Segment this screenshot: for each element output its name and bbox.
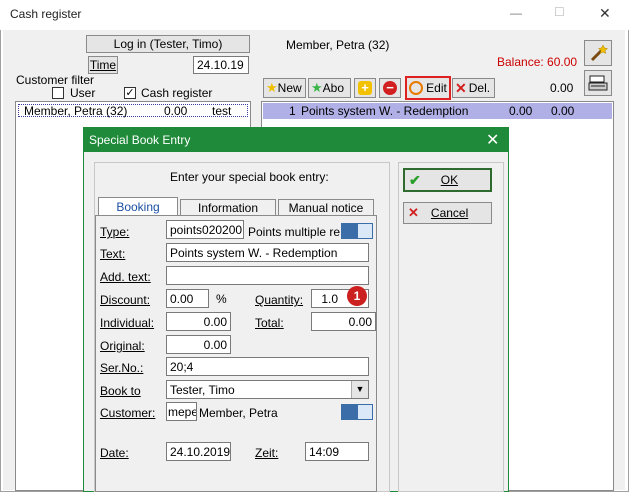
user-checkbox[interactable]: [52, 87, 64, 99]
discount-label: Discount:: [100, 293, 151, 307]
tab-booking[interactable]: Booking: [98, 197, 178, 216]
total-label: Total:: [255, 316, 284, 330]
zeit-field[interactable]: 14:09: [305, 442, 369, 461]
type-label: Type:: [100, 225, 130, 239]
customer-list-icon[interactable]: [341, 404, 357, 420]
step-badge-label: 1: [353, 289, 361, 303]
remove-button[interactable]: −: [379, 78, 401, 98]
cancel-button[interactable]: ✕ Cancel: [403, 202, 492, 224]
minimize-button[interactable]: —: [510, 6, 522, 20]
add-text-field[interactable]: [166, 266, 369, 285]
maximize-button[interactable]: ☐: [554, 5, 565, 19]
ok-button-label: OK: [440, 173, 459, 187]
dialog-title: Special Book Entry: [89, 133, 191, 147]
magic-wand-button[interactable]: [584, 40, 612, 66]
individual-label: Individual:: [100, 316, 155, 330]
table-row[interactable]: 1 Points system W. - Redemption 0.00 0.0…: [263, 103, 612, 119]
book-to-select[interactable]: Tester, Timo ▼: [166, 380, 369, 399]
serno-field[interactable]: 20;4: [166, 357, 369, 376]
text-label: Text:: [100, 247, 126, 261]
plus-icon: +: [358, 81, 372, 95]
member-name: Member, Petra (32): [286, 38, 390, 52]
individual-field[interactable]: 0.00: [166, 312, 231, 331]
chevron-down-icon: ▼: [351, 381, 368, 398]
red-x-icon: ✕: [455, 79, 467, 96]
type-list-icon[interactable]: [341, 223, 357, 239]
tab-booking-label: Booking: [116, 200, 160, 214]
delete-button-label: Del.: [468, 81, 491, 95]
entry-price: 0.00: [509, 104, 533, 118]
balance-text: Balance: 60.00: [497, 55, 578, 69]
customer-name-display: Member, Petra: [199, 406, 278, 420]
original-field[interactable]: 0.00: [166, 335, 231, 354]
login-button[interactable]: Log in (Tester, Timo): [86, 35, 250, 53]
wand-icon: [590, 44, 608, 62]
close-button[interactable]: ✕: [599, 5, 611, 22]
window-title: Cash register: [10, 7, 82, 21]
customer-name: Member, Petra (32): [24, 104, 128, 118]
book-to-value: Tester, Timo: [170, 383, 235, 397]
edit-button-label: Edit: [426, 81, 447, 95]
entry-total: 0.00: [551, 104, 575, 118]
entry-qty: 1: [289, 104, 296, 118]
new-button[interactable]: ★ New: [263, 78, 306, 98]
list-item[interactable]: Member, Petra (32) 0.00 test: [18, 104, 248, 118]
serno-label: Ser.No.:: [100, 361, 144, 375]
add-text-label: Add. text:: [100, 270, 151, 284]
time-button[interactable]: Time: [88, 56, 118, 74]
abo-button[interactable]: ★ Abo: [308, 78, 351, 98]
check-icon: ✔: [409, 171, 421, 188]
user-checkbox-label: User: [70, 86, 96, 100]
customer-note: test: [212, 104, 232, 118]
tab-information-label: Information: [197, 201, 259, 215]
abo-button-label: Abo: [322, 81, 345, 95]
cash-register-checkbox[interactable]: ✓: [124, 87, 136, 99]
title-bar: Cash register — ☐ ✕: [0, 0, 629, 30]
star-icon: ★: [266, 80, 278, 95]
cancel-x-icon: ✕: [408, 205, 419, 220]
step-badge: 1: [347, 286, 367, 306]
cash-register-icon: [588, 75, 608, 91]
quantity-label: Quantity:: [255, 293, 304, 307]
entry-text: Points system W. - Redemption: [301, 104, 469, 118]
time-button-label: Time: [89, 58, 117, 72]
edit-button[interactable]: Edit: [405, 76, 451, 100]
delete-button[interactable]: ✕ Del.: [452, 78, 495, 98]
green-star-icon: ★: [311, 80, 323, 95]
edit-ring-icon: [409, 81, 424, 95]
register-button[interactable]: [584, 70, 612, 96]
type-desc: Points multiple rede: [248, 225, 340, 239]
zeit-label: Zeit:: [255, 446, 279, 460]
customer-code-field[interactable]: mepe: [166, 402, 197, 421]
date-field[interactable]: 24.10.19: [193, 56, 249, 74]
minus-icon: −: [383, 81, 397, 95]
percent-label: %: [216, 292, 227, 306]
customer-filter-title: Customer filter: [16, 73, 95, 87]
tab-information[interactable]: Information: [180, 199, 276, 216]
text-field[interactable]: Points system W. - Redemption: [166, 243, 369, 262]
cash-register-checkbox-label: Cash register: [141, 86, 213, 100]
date-entry-field[interactable]: 24.10.2019: [166, 442, 231, 461]
add-button[interactable]: +: [354, 78, 376, 98]
dialog-title-bar: Special Book Entry ✕: [84, 128, 508, 152]
new-button-label: New: [277, 81, 302, 95]
discount-field[interactable]: 0.00: [166, 289, 209, 308]
tab-manual-notice[interactable]: Manual notice: [278, 199, 374, 216]
cancel-button-label: Cancel: [430, 206, 469, 220]
customer-label: Customer:: [100, 406, 156, 420]
original-label: Original:: [100, 339, 145, 353]
dialog-prompt: Enter your special book entry:: [170, 170, 329, 184]
type-code-field[interactable]: points020200: [166, 220, 244, 239]
customer-edit-icon[interactable]: [357, 404, 373, 420]
total-field[interactable]: 0.00: [311, 312, 376, 331]
tab-manual-notice-label: Manual notice: [288, 201, 364, 215]
customer-amount: 0.00: [164, 104, 188, 118]
ok-button[interactable]: ✔ OK: [403, 168, 492, 192]
type-edit-icon[interactable]: [357, 223, 373, 239]
dialog-close-icon[interactable]: ✕: [486, 130, 499, 150]
book-to-label: Book to: [100, 384, 141, 398]
toolbar-total: 0.00: [550, 81, 574, 95]
date-label: Date:: [100, 446, 129, 460]
